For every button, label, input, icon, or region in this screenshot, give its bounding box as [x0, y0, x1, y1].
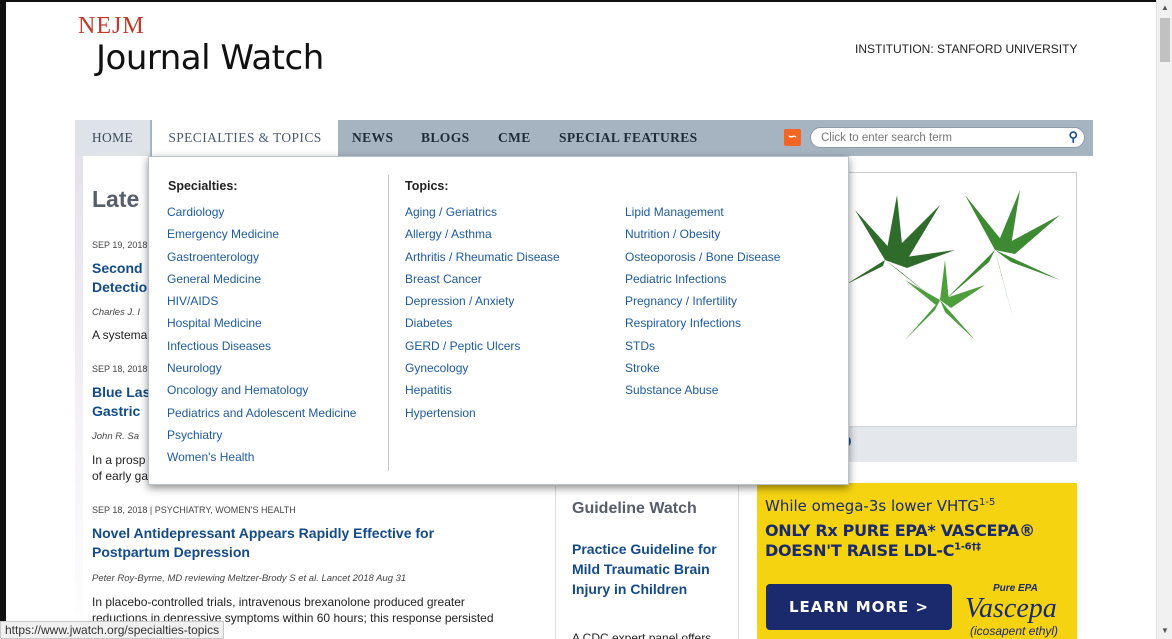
topic-link[interactable]: Pediatric Infections — [625, 268, 780, 290]
ad-brand-logo: Vascepa — [965, 593, 1057, 624]
site-logo[interactable]: NEJM Journal Watch — [78, 14, 324, 78]
topic-link[interactable]: Lipid Management — [625, 201, 780, 223]
specialty-link[interactable]: Gastroenterology — [167, 246, 356, 268]
guideline-summary: A CDC expert panel offers — [572, 631, 712, 639]
article-date: SEP 18, 2018 — [92, 364, 148, 374]
ad-subheadline: ONLY Rx PURE EPA* VASCEPA® — [765, 521, 1035, 540]
topic-link[interactable]: STDs — [625, 335, 780, 357]
specialties-list: Cardiology Emergency Medicine Gastroentero… — [167, 201, 356, 469]
article-title[interactable]: Novel Antidepressant Appears Rapidly Eff… — [92, 524, 434, 543]
topic-link[interactable]: Hepatitis — [405, 379, 560, 401]
scroll-thumb[interactable] — [1160, 18, 1170, 62]
advertisement[interactable]: While omega-3s lower VHTG1-5 ONLY Rx PUR… — [757, 483, 1077, 639]
topics-list-2: Lipid Management Nutrition / Obesity Osteo… — [625, 201, 780, 402]
side-gradient — [75, 156, 83, 639]
ad-subheadline-2-text: DOESN'T RAISE LDL-C — [765, 541, 955, 560]
topic-link[interactable]: Arthritis / Rheumatic Disease — [405, 246, 560, 268]
specialty-link[interactable]: Cardiology — [167, 201, 356, 223]
cannabis-leaf-image — [845, 190, 1060, 345]
article-author: John R. Sa — [92, 431, 139, 442]
status-bar: https://www.jwatch.org/specialties-topic… — [0, 621, 225, 639]
ad-headline-text: While omega-3s lower VHTG — [765, 497, 980, 515]
topic-link[interactable]: Substance Abuse — [625, 379, 780, 401]
window-left-border — [0, 0, 6, 639]
article-title-cont[interactable]: Detectio — [92, 278, 147, 297]
topic-link[interactable]: GERD / Peptic Ulcers — [405, 335, 560, 357]
learn-more-button[interactable]: LEARN MORE > — [766, 584, 952, 630]
ad-subheadline-2: DOESN'T RAISE LDL-C1-6†‡ — [765, 541, 981, 560]
institution-label: INSTITUTION: STANFORD UNIVERSITY — [855, 42, 1078, 56]
specialty-link[interactable]: Infectious Diseases — [167, 335, 356, 357]
topic-link[interactable]: Pregnancy / Infertility — [625, 290, 780, 312]
vertical-scrollbar[interactable]: ▲ ▼ — [1156, 0, 1172, 639]
specialty-link[interactable]: Emergency Medicine — [167, 223, 356, 245]
dropdown-divider — [388, 175, 389, 471]
article-title[interactable]: Second — [92, 259, 143, 278]
topic-link[interactable]: Depression / Anxiety — [405, 290, 560, 312]
specialty-link[interactable]: Neurology — [167, 357, 356, 379]
topic-link[interactable]: Nutrition / Obesity — [625, 223, 780, 245]
topic-link[interactable]: Osteoporosis / Bone Disease — [625, 246, 780, 268]
article-title-cont[interactable]: Postpartum Depression — [92, 543, 250, 562]
specialty-link[interactable]: Women's Health — [167, 446, 356, 468]
ad-generic-name: (icosapent ethyl) — [970, 624, 1059, 638]
guideline-link[interactable]: Practice Guideline for Mild Traumatic Br… — [572, 539, 732, 599]
ad-headline: While omega-3s lower VHTG1-5 — [765, 497, 995, 515]
nav-special-features[interactable]: SPECIAL FEATURES — [559, 120, 698, 156]
specialty-link[interactable]: Hospital Medicine — [167, 312, 356, 334]
topic-link[interactable]: Respiratory Infections — [625, 312, 780, 334]
ad-subheadline-2-sup: 1-6†‡ — [954, 541, 981, 553]
scroll-up-icon[interactable]: ▲ — [1157, 0, 1172, 16]
article-title[interactable]: Blue Las — [92, 383, 150, 402]
specialty-link[interactable]: Pediatrics and Adolescent Medicine — [167, 402, 356, 424]
topics-heading: Topics: — [405, 179, 449, 193]
guideline-watch-title: Guideline Watch — [572, 500, 697, 517]
search-box: ⚲ — [810, 127, 1085, 148]
window-top-border — [0, 0, 1172, 2]
search-input[interactable] — [821, 128, 1061, 148]
nav-specialties-topics[interactable]: SPECIALTIES & TOPICS — [152, 120, 338, 156]
topics-list-1: Aging / Geriatrics Allergy / Asthma Arthri… — [405, 201, 560, 424]
main-nav: HOME SPECIALTIES & TOPICS NEWS BLOGS CME… — [75, 120, 1093, 156]
topic-link[interactable]: Diabetes — [405, 312, 560, 334]
specialty-link[interactable]: General Medicine — [167, 268, 356, 290]
specialty-link[interactable]: Psychiatry — [167, 424, 356, 446]
journal-watch-logo-text: Journal Watch — [96, 38, 324, 78]
topic-link[interactable]: Aging / Geriatrics — [405, 201, 560, 223]
specialty-link[interactable]: HIV/AIDS — [167, 290, 356, 312]
article-summary: In placebo-controlled trials, intravenou… — [92, 595, 465, 609]
specialty-link[interactable]: Oncology and Hematology — [167, 379, 356, 401]
nejm-logo-text: NEJM — [78, 13, 145, 39]
nav-news[interactable]: NEWS — [352, 120, 393, 156]
specialties-heading: Specialties: — [168, 179, 238, 193]
article-date: SEP 18, 2018 | PSYCHIATRY, WOMEN'S HEALT… — [92, 505, 296, 515]
article-author: Peter Roy-Byrne, MD reviewing Meltzer-Br… — [92, 573, 407, 584]
article-author: Charles J. I — [92, 307, 141, 318]
topic-link[interactable]: Gynecology — [405, 357, 560, 379]
nav-cme[interactable]: CME — [498, 120, 531, 156]
topic-link[interactable]: Hypertension — [405, 402, 560, 424]
article-title-cont[interactable]: Gastric — [92, 402, 140, 421]
section-title: Late — [92, 186, 140, 212]
featured-image[interactable] — [845, 190, 1060, 345]
nav-home[interactable]: HOME — [75, 120, 150, 156]
topic-link[interactable]: Breast Cancer — [405, 268, 560, 290]
specialties-dropdown: Specialties: Cardiology Emergency Medicin… — [148, 156, 849, 485]
scroll-down-icon[interactable]: ▼ — [1157, 623, 1172, 639]
search-icon[interactable]: ⚲ — [1068, 129, 1078, 145]
rss-icon[interactable]: ∽ — [784, 129, 801, 146]
article-date: SEP 19, 2018 — [92, 240, 148, 250]
ad-headline-sup: 1-5 — [979, 497, 996, 508]
nav-blogs[interactable]: BLOGS — [421, 120, 470, 156]
topic-link[interactable]: Allergy / Asthma — [405, 223, 560, 245]
topic-link[interactable]: Stroke — [625, 357, 780, 379]
